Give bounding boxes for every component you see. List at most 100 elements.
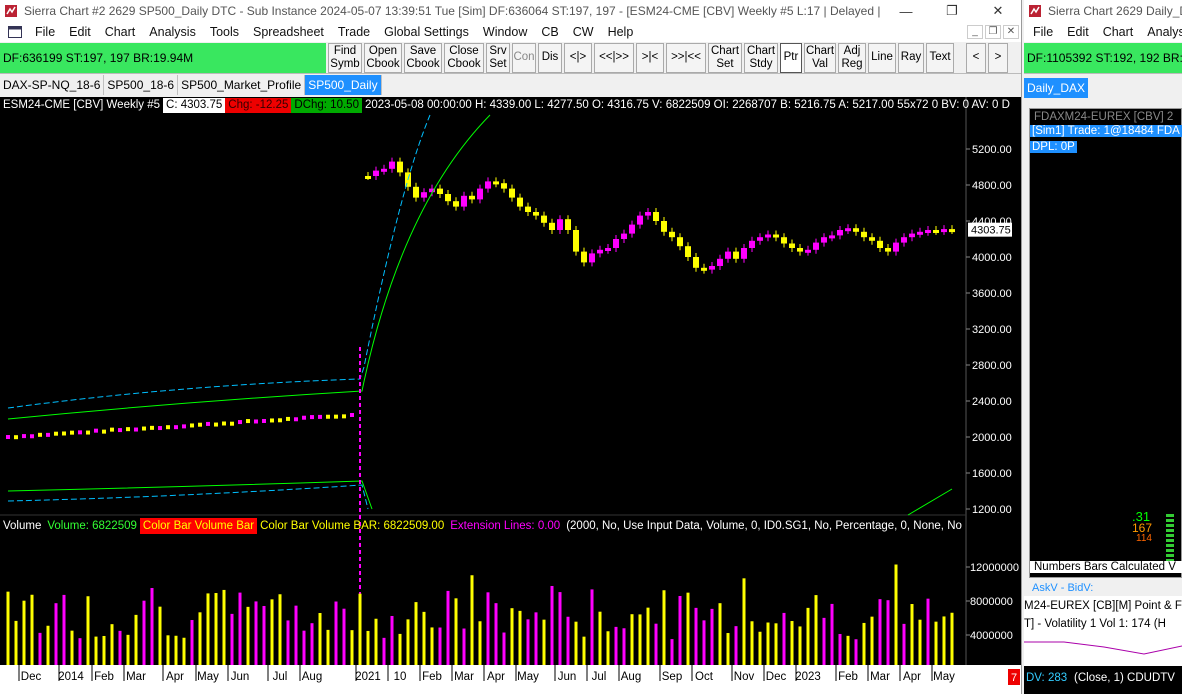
secondary-menu-analysis[interactable]: Analysis [1140, 25, 1182, 39]
price-bar [126, 427, 130, 432]
menu-window[interactable]: Window [476, 25, 534, 39]
point-figure-chart[interactable]: M24-EUREX [CB][M] Point & F T] - Volatil… [1024, 596, 1182, 694]
toolbar-button-adj-reg[interactable]: Adj Reg [838, 42, 866, 73]
toolbar-button-text[interactable]: Text [926, 42, 954, 73]
menu-file[interactable]: File [28, 25, 62, 39]
volume-bar [430, 627, 434, 665]
cdudtv-panel: DV: 283 (Close, 1) CDUDTV [1024, 666, 1182, 694]
toolbar-button-save-cbook[interactable]: Save Cbook [404, 42, 442, 73]
price-bar [174, 425, 178, 430]
toolbar-button-compress-bars[interactable]: >>|<< [666, 42, 706, 73]
tab-dax-sp-nq-18-6[interactable]: DAX-SP-NQ_18-6 [0, 74, 105, 95]
menu-cw[interactable]: CW [566, 25, 601, 39]
volume-bar [206, 593, 210, 665]
toolbar-button-dis[interactable]: Dis [538, 42, 562, 73]
date-tick-label: Mar [454, 671, 474, 683]
price-bar [94, 428, 98, 433]
toolbar-button-expand-bars[interactable]: <<|>> [594, 42, 634, 73]
tab-daily-dax[interactable]: Daily_DAX [1024, 78, 1089, 98]
menu-tools[interactable]: Tools [203, 25, 246, 39]
mdi-close-icon[interactable]: ✕ [1003, 25, 1019, 39]
volume-bar [14, 620, 18, 665]
volume-bar [286, 620, 290, 665]
volume-header: Volume Volume: 6822509 Color Bar Volume … [0, 518, 970, 534]
toolbar-button-open-cbook[interactable]: Open Cbook [364, 42, 402, 73]
secondary-window-title: Sierra Chart 2629 Daily_DA [1048, 4, 1182, 18]
menu-cb[interactable]: CB [534, 25, 565, 39]
volume-bar [758, 631, 762, 665]
tab-sp500-18-6[interactable]: SP500_18-6 [104, 74, 179, 95]
chart-area[interactable]: 5200.00 4800.00 4400.00 4000.00 3600.00 3200.… [0, 97, 1022, 694]
price-bar [717, 258, 723, 266]
toolbar-button-srv-set[interactable]: Srv Set [486, 42, 510, 73]
toolbar-button-ray[interactable]: Ray [898, 42, 924, 73]
price-chart[interactable]: 5200.004800.004400.004000.003600.003200.… [0, 97, 1022, 694]
price-axis[interactable] [966, 115, 1022, 515]
maximize-button[interactable]: ❐ [929, 3, 975, 19]
price-bar [302, 415, 306, 420]
price-bar [373, 170, 379, 176]
volume-bar [358, 593, 362, 665]
price-bar [485, 181, 491, 189]
mdi-restore-icon[interactable]: ❐ [985, 25, 1001, 39]
upper-green-line [7, 114, 491, 420]
toolbar-button-chart-stdy[interactable]: Chart Stdy [744, 42, 778, 73]
mdi-minimize-icon[interactable]: _ [967, 25, 983, 39]
toolbar-button-scroll-right[interactable]: > [988, 42, 1008, 73]
date-axis[interactable] [0, 665, 1022, 694]
volatility-study-label: T] - Volatility 1 Vol 1: 174 (H [1024, 618, 1166, 630]
volume-bar [46, 625, 50, 665]
volume-bar [38, 632, 42, 665]
toolbar-button-close-cbook[interactable]: Close Cbook [444, 42, 484, 73]
secondary-menu-file[interactable]: File [1026, 25, 1060, 39]
price-bar [445, 194, 451, 202]
tab-sp500-market-profile[interactable]: SP500_Market_Profile [178, 74, 306, 95]
volume-bar [494, 603, 498, 665]
price-bar [350, 412, 354, 417]
price-tick-label: 2000.00 [972, 432, 1012, 444]
volume-bar [726, 633, 730, 665]
volume-bar [102, 635, 106, 665]
toolbar-button-chart-set[interactable]: Chart Set [708, 42, 742, 73]
date-tick-label: Aug [302, 671, 322, 683]
price-bar [118, 428, 122, 433]
close-button[interactable]: ✕ [975, 3, 1021, 19]
volume-ladder [1166, 514, 1174, 564]
secondary-menu-chart[interactable]: Chart [1096, 25, 1141, 39]
price-bar [869, 237, 875, 241]
secondary-menu-edit[interactable]: Edit [1060, 25, 1096, 39]
tab-sp500-daily[interactable]: SP500_Daily [305, 74, 382, 95]
secondary-chart[interactable]: FDAXM24-EUREX [CBV] 2 [Sim1] Trade: 1@18… [1029, 108, 1182, 578]
toolbar-button-line[interactable]: Line [868, 42, 896, 73]
toolbar-button-chart-val[interactable]: Chart Val [804, 42, 836, 73]
toolbar-button-con[interactable]: Con [512, 42, 536, 73]
menu-global-settings[interactable]: Global Settings [377, 25, 476, 39]
volume-bar [390, 615, 394, 665]
toolbar-button-scroll-center[interactable]: <|> [564, 42, 592, 73]
volume-bar [950, 612, 954, 665]
volume-bar [838, 633, 842, 665]
menu-trade[interactable]: Trade [331, 25, 377, 39]
toolbar: DF:636199 ST:197, 197 BR:19.94M Find Symb… [0, 42, 1021, 74]
lower-band-line [7, 484, 369, 510]
toolbar-button-compress[interactable]: >|< [636, 42, 664, 73]
menu-help[interactable]: Help [601, 25, 641, 39]
price-bar [102, 429, 106, 434]
volume-bar [870, 616, 874, 665]
toolbar-button-ptr[interactable]: Ptr [780, 42, 802, 73]
volume-bar [214, 593, 218, 665]
menu-spreadsheet[interactable]: Spreadsheet [246, 25, 331, 39]
menu-edit[interactable]: Edit [62, 25, 98, 39]
secondary-toolbar: DF:1105392 ST:192, 192 BR:34 [1024, 42, 1182, 74]
volume-bar [902, 623, 906, 665]
price-bar [517, 197, 523, 207]
chart-window-icon[interactable] [8, 26, 22, 38]
toolbar-button-scroll-left[interactable]: < [966, 42, 986, 73]
toolbar-button-find-symb[interactable]: Find Symb [328, 42, 362, 73]
volume-bar [766, 622, 770, 665]
menu-chart[interactable]: Chart [98, 25, 143, 39]
date-tick-label: May [933, 671, 955, 683]
volume-bar [454, 598, 458, 665]
minimize-button[interactable]: — [883, 4, 929, 19]
menu-analysis[interactable]: Analysis [142, 25, 203, 39]
